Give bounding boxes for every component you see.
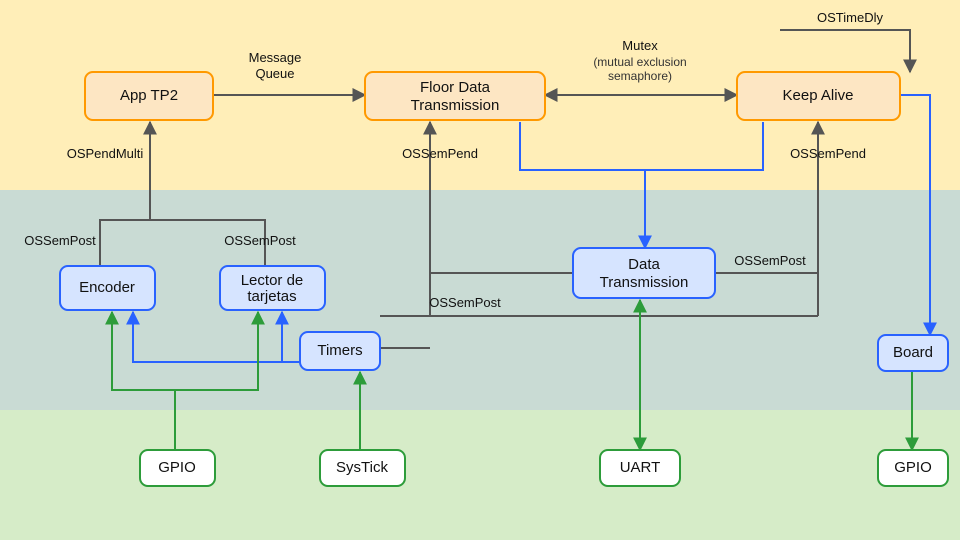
label-uart: UART [620, 459, 661, 476]
edgelabel-mq2: Queue [255, 66, 294, 81]
label-floor-l1: Floor Data [420, 79, 491, 96]
edgelabel-ossempend-l: OSSemPend [402, 146, 478, 161]
label-lector-l2: tarjetas [247, 288, 296, 305]
edgelabel-mutex2: (mutual exclusion [593, 55, 686, 69]
edgelabel-ossempost-dt: OSSemPost [734, 253, 806, 268]
edgelabel-ossempost-timers: OSSemPost [429, 295, 501, 310]
label-encoder: Encoder [79, 279, 135, 296]
edgelabel-mutex3: semaphore) [608, 69, 672, 83]
label-timers: Timers [317, 342, 362, 359]
label-gpio2: GPIO [894, 459, 932, 476]
edgelabel-mq1: Message [249, 50, 302, 65]
label-keep-alive: Keep Alive [783, 87, 854, 104]
label-systick: SysTick [336, 459, 388, 476]
edgelabel-ossempost-lec: OSSemPost [224, 233, 296, 248]
label-dt-l1: Data [628, 256, 660, 273]
label-gpio1: GPIO [158, 459, 196, 476]
edgelabel-mutex1: Mutex [622, 38, 658, 53]
edgelabel-ostimedly: OSTimeDly [817, 10, 883, 25]
label-floor-l2: Transmission [411, 97, 500, 114]
rtos-architecture-diagram: App TP2 Floor Data Transmission Keep Ali… [0, 0, 960, 540]
edgelabel-ossempend-r: OSSemPend [790, 146, 866, 161]
edgelabel-ospendmulti: OSPendMulti [67, 146, 144, 161]
label-board: Board [893, 344, 933, 361]
label-app-tp2: App TP2 [120, 87, 178, 104]
label-dt-l2: Transmission [600, 274, 689, 291]
label-lector-l1: Lector de [241, 272, 304, 289]
edgelabel-ossempost-enc: OSSemPost [24, 233, 96, 248]
